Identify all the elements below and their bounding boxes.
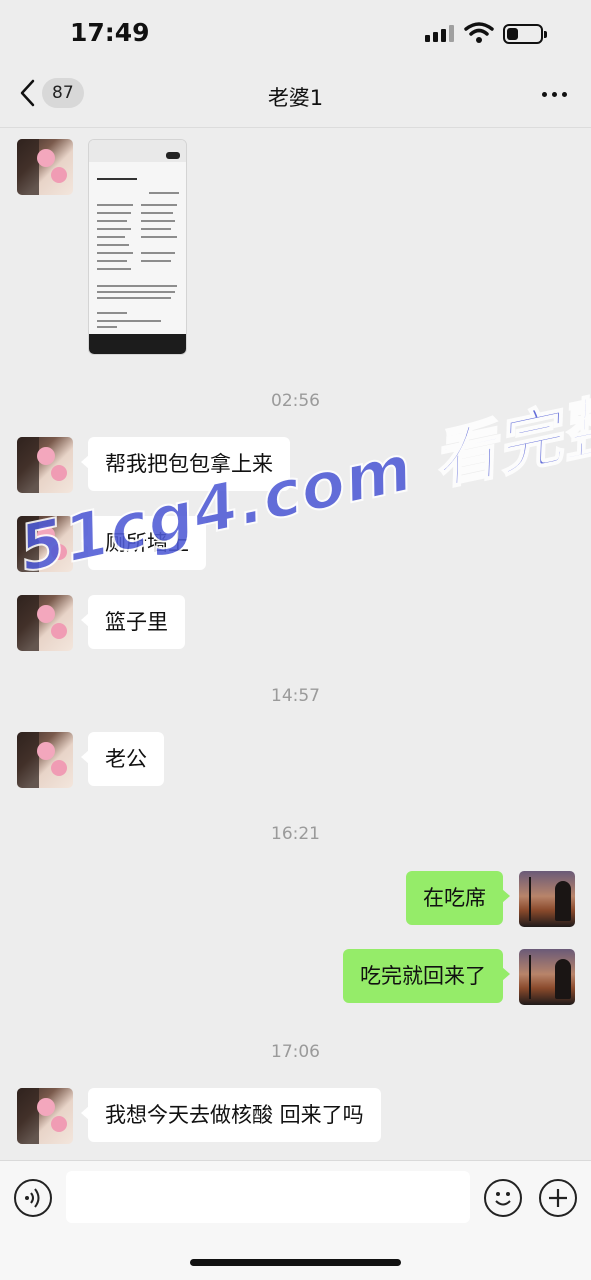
timestamp: 16:21 [271, 824, 320, 844]
battery-icon [503, 24, 547, 44]
message-bubble-outgoing[interactable]: 吃完就回来了 [343, 949, 510, 1003]
contact-avatar[interactable] [17, 732, 73, 788]
signal-icon [425, 25, 454, 42]
voice-icon [25, 1188, 40, 1208]
status-time: 17:49 [70, 18, 150, 47]
wifi-icon [464, 22, 494, 43]
contact-avatar[interactable] [17, 595, 73, 651]
status-bar: 17:49 [0, 0, 591, 64]
voice-button[interactable] [14, 1179, 52, 1217]
input-bar [0, 1160, 591, 1280]
timestamp: 14:57 [271, 686, 320, 706]
more-actions-button[interactable] [539, 1179, 577, 1217]
message-input[interactable] [66, 1171, 470, 1223]
contact-avatar[interactable] [17, 437, 73, 493]
message-bubble-incoming[interactable]: 我想今天去做核酸 回来了吗 [81, 1088, 381, 1142]
chat-header: 87 老婆1 [0, 64, 591, 128]
message-bubble-outgoing[interactable]: 在吃席 [406, 871, 510, 925]
home-indicator [190, 1259, 401, 1266]
more-options-button[interactable] [542, 92, 567, 97]
chat-title: 老婆1 [267, 86, 324, 110]
contact-avatar[interactable] [17, 139, 73, 195]
message-bubble-incoming[interactable]: 篮子里 [81, 595, 185, 649]
emoji-button[interactable] [484, 1179, 522, 1217]
plus-icon [549, 1189, 567, 1207]
dot-icon [562, 92, 567, 97]
timestamp: 17:06 [271, 1042, 320, 1062]
emoji-icon [495, 1192, 511, 1206]
dot-icon [552, 92, 557, 97]
dot-icon [542, 92, 547, 97]
contact-avatar[interactable] [17, 1088, 73, 1144]
my-avatar[interactable] [519, 949, 575, 1005]
my-avatar[interactable] [519, 871, 575, 927]
image-message[interactable] [88, 139, 187, 355]
message-bubble-incoming[interactable]: 老公 [81, 732, 164, 786]
